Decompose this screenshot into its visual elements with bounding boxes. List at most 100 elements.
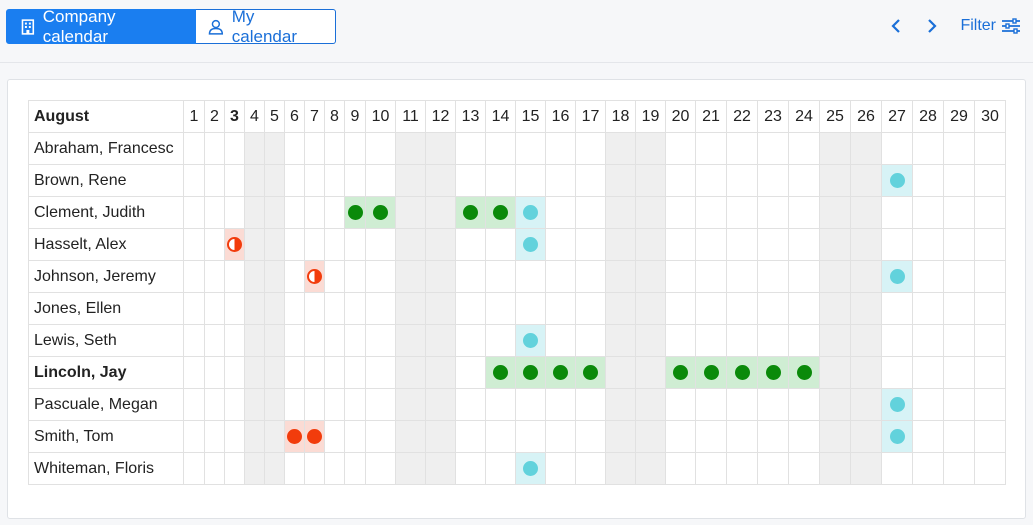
day-header: 9 — [344, 100, 366, 133]
person-name: Abraham, Francesc — [28, 132, 184, 165]
day-cell — [264, 452, 285, 485]
day-cell — [455, 292, 486, 325]
day-cell — [635, 452, 666, 485]
day-cell[interactable] — [881, 420, 913, 453]
day-header: 30 — [974, 100, 1006, 133]
day-cell — [575, 388, 606, 421]
day-header: 6 — [284, 100, 305, 133]
day-cell — [635, 228, 666, 261]
day-cell — [850, 132, 882, 165]
vacation-marker — [553, 364, 568, 380]
holiday-marker — [523, 236, 538, 252]
day-cell — [284, 228, 305, 261]
day-cell — [788, 388, 820, 421]
day-cell — [304, 132, 325, 165]
day-cell — [819, 324, 851, 357]
day-cell[interactable] — [757, 356, 789, 389]
day-cell[interactable] — [515, 228, 546, 261]
day-cell — [943, 132, 975, 165]
vacation-marker — [373, 204, 388, 220]
day-cell — [425, 196, 456, 229]
day-cell — [695, 196, 727, 229]
day-cell — [244, 420, 265, 453]
day-cell — [515, 420, 546, 453]
day-header: 28 — [912, 100, 944, 133]
day-cell[interactable] — [344, 196, 366, 229]
day-cell — [244, 292, 265, 325]
day-cell[interactable] — [455, 196, 486, 229]
day-cell — [635, 132, 666, 165]
previous-month-button[interactable] — [886, 12, 906, 40]
day-cell — [204, 292, 225, 325]
day-cell[interactable] — [304, 420, 325, 453]
day-cell[interactable] — [881, 164, 913, 197]
day-cell[interactable] — [304, 260, 325, 293]
person-row: Clement, Judith — [28, 196, 1006, 229]
day-cell[interactable] — [284, 420, 305, 453]
day-cell — [455, 164, 486, 197]
day-cell — [605, 420, 636, 453]
day-cell — [605, 164, 636, 197]
day-cell — [365, 132, 396, 165]
day-cell — [425, 228, 456, 261]
day-cell — [974, 196, 1006, 229]
day-cell — [850, 260, 882, 293]
day-cell — [665, 388, 696, 421]
day-cell — [912, 452, 944, 485]
month-header: August — [28, 100, 184, 133]
day-cell[interactable] — [881, 260, 913, 293]
building-icon — [21, 18, 35, 35]
day-cell — [515, 292, 546, 325]
day-cell[interactable] — [545, 356, 576, 389]
day-cell — [726, 324, 758, 357]
filter-button[interactable]: Filter — [960, 17, 1021, 35]
day-cell — [788, 452, 820, 485]
day-cell[interactable] — [485, 356, 516, 389]
my-calendar-button[interactable]: My calendar — [196, 7, 336, 46]
day-cell — [365, 164, 396, 197]
day-cell — [943, 356, 975, 389]
day-cell[interactable] — [788, 356, 820, 389]
day-cell — [183, 228, 205, 261]
day-cell — [183, 132, 205, 165]
calendar-view-switch: Company calendar My calendar — [6, 7, 336, 46]
day-cell — [635, 164, 666, 197]
day-cell — [515, 388, 546, 421]
next-month-button[interactable] — [922, 12, 942, 40]
day-cell[interactable] — [881, 388, 913, 421]
day-cell — [819, 356, 851, 389]
day-cell — [757, 228, 789, 261]
day-cell[interactable] — [515, 452, 546, 485]
day-cell — [324, 324, 345, 357]
day-cell[interactable] — [224, 228, 245, 261]
company-calendar-button[interactable]: Company calendar — [6, 7, 196, 46]
day-header: 5 — [264, 100, 285, 133]
day-cell — [284, 132, 305, 165]
day-cell — [204, 228, 225, 261]
day-cell[interactable] — [365, 196, 396, 229]
vacation-marker — [734, 364, 750, 380]
day-cell[interactable] — [515, 356, 546, 389]
day-cell[interactable] — [515, 196, 546, 229]
day-cell — [264, 420, 285, 453]
day-cell — [635, 260, 666, 293]
day-cell[interactable] — [575, 356, 606, 389]
day-cell[interactable] — [485, 196, 516, 229]
day-cell[interactable] — [695, 356, 727, 389]
day-cell — [324, 260, 345, 293]
day-cell — [850, 228, 882, 261]
day-cell[interactable] — [665, 356, 696, 389]
day-cell — [344, 132, 366, 165]
day-cell — [365, 452, 396, 485]
day-cell — [545, 420, 576, 453]
day-cell — [395, 388, 426, 421]
day-cell — [284, 260, 305, 293]
day-cell[interactable] — [515, 324, 546, 357]
day-cell — [515, 260, 546, 293]
day-header: 1 — [183, 100, 205, 133]
day-cell — [974, 228, 1006, 261]
day-cell — [943, 196, 975, 229]
day-cell — [324, 452, 345, 485]
day-cell — [881, 324, 913, 357]
day-cell[interactable] — [726, 356, 758, 389]
